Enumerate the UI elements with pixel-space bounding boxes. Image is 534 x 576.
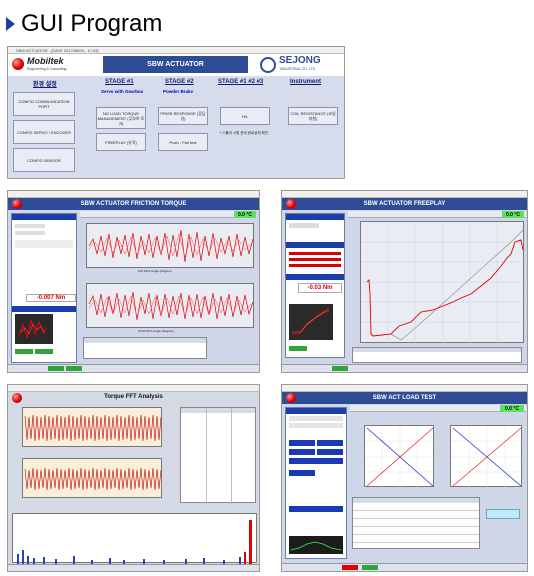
friction-plot-ccw xyxy=(86,283,254,328)
coil-resistance-button[interactable]: COIL RESISTANCE (코일저항) xyxy=(288,107,338,125)
fft-statusbar xyxy=(8,564,259,571)
fft-plot-ccw xyxy=(22,458,162,498)
freeplay-window: SBW ACTUATOR FREEPLAY -0.03 Nm 0.0 °C xyxy=(281,190,528,373)
col-stage2-title: STAGE #2 xyxy=(165,79,194,85)
friction-statusbar xyxy=(8,364,259,372)
launcher-note: * 스톨이 시험 준비 완료상태 확인 xyxy=(220,131,269,135)
fft-plot-cw xyxy=(22,407,162,447)
friction-xlabel-ccw: CCW Pitch Angle (Degree) xyxy=(138,329,174,333)
friction-window: SBW ACTUATOR FRICTION TORQUE -0.007 Nm 0… xyxy=(7,190,260,373)
brand-logo-icon xyxy=(12,58,24,70)
actload-config-panel xyxy=(285,407,347,559)
actload-temp-lcd: 0.0 °C xyxy=(500,405,524,412)
brand-subtitle: Engineering & Consulting xyxy=(27,67,67,71)
fft-data-table xyxy=(180,407,256,504)
company-name: SEJONG xyxy=(279,55,321,66)
col-stage1-title: STAGE #1 xyxy=(105,79,134,85)
actload-close-icon[interactable] xyxy=(286,393,296,403)
fft-close-icon[interactable] xyxy=(12,393,22,403)
bullet-triangle-icon xyxy=(6,17,15,31)
freeplay-plot xyxy=(360,221,525,344)
freeplay-config-panel: -0.03 Nm xyxy=(285,213,345,358)
friction-close-icon[interactable] xyxy=(12,199,22,209)
friction-title: SBW ACTUATOR FRICTION TORQUE xyxy=(8,198,259,210)
page-heading: GUI Program xyxy=(6,8,162,40)
actload-title: SBW ACT LOAD TEST xyxy=(282,392,527,404)
page-title: GUI Program xyxy=(21,10,163,37)
col-basic-title: 환경 설정 xyxy=(33,82,57,88)
noload-torque-button[interactable]: NO LOAD TORQUE MANAGEMENT (무부하 토크) xyxy=(96,107,146,129)
company-subtitle: INDUSTRIAL CO.,LTD. xyxy=(280,67,317,71)
config-servo-button[interactable]: CONFIG SERVO / ENCODER xyxy=(13,120,75,144)
actload-mini-plot xyxy=(289,536,343,554)
stage2-subtitle: Powder Brake xyxy=(163,89,194,94)
freeplay-readout: -0.03 Nm xyxy=(298,283,342,293)
freeplay-close-icon[interactable] xyxy=(286,199,296,209)
friction-xlabel-cw: CW Pitch Angle (Degree) xyxy=(138,269,172,273)
friction-toolbar xyxy=(80,211,256,218)
friction-save-button[interactable] xyxy=(35,349,53,354)
launcher-titlebar: SBW ACTUATOR - [SAVE 2017/08/09 - 17:53] xyxy=(8,47,344,54)
config-sensor-button[interactable]: CONFIG SENSOR xyxy=(13,148,75,172)
launcher-banner: SBW ACTUATOR xyxy=(103,56,248,73)
actload-plot-right xyxy=(450,425,523,488)
actload-window: SBW ACT LOAD TEST 0.0 °C xyxy=(281,384,528,572)
friction-torque-readout: -0.007 Nm xyxy=(26,294,76,302)
col-instrument-title: Instrument xyxy=(290,79,322,85)
hil-button[interactable]: H/L xyxy=(220,107,270,125)
config-comm-button[interactable]: CONFIG COMMUNICATION PORT xyxy=(13,92,75,116)
brand-name: Mobiltek xyxy=(27,56,64,66)
freeplay-toolbar xyxy=(348,211,526,218)
friction-config-panel: -0.007 Nm xyxy=(11,213,77,363)
friction-plot-cw xyxy=(86,223,254,268)
actload-result-table xyxy=(352,497,480,549)
freeplay-temp-lcd: 0.0 °C xyxy=(502,211,524,218)
friction-temp-lcd: 0.0 °C xyxy=(234,211,256,218)
friction-mini-plot xyxy=(15,314,53,344)
freeplay-button[interactable]: FREEPLAY (유격) xyxy=(96,133,146,151)
prise-response-button[interactable]: PRISE RESPONSE (응답성) xyxy=(158,107,208,125)
freeplay-title: SBW ACTUATOR FREEPLAY xyxy=(282,198,527,210)
launcher-window: SBW ACTUATOR - [SAVE 2017/08/09 - 17:53]… xyxy=(7,46,345,179)
freeplay-mini-plot xyxy=(289,304,333,340)
actload-plot-left xyxy=(364,425,435,488)
launcher-header: Mobiltek Engineering & Consulting SBW AC… xyxy=(8,54,344,76)
freeplay-start-button[interactable] xyxy=(289,346,307,351)
fft-spectrum xyxy=(12,513,257,564)
stage1-subtitle: Servo with Gearbox xyxy=(101,89,144,94)
freeplay-result-table xyxy=(352,347,522,363)
push-pull-button[interactable]: Push - Pull test xyxy=(158,133,208,151)
actload-statusbar xyxy=(282,563,527,571)
friction-result-table xyxy=(83,337,207,359)
freeplay-statusbar xyxy=(282,364,527,372)
actload-status-box xyxy=(486,509,520,519)
company-logo-icon xyxy=(260,57,276,73)
fft-window: Torque FFT Analysis xyxy=(7,384,260,572)
friction-start-button[interactable] xyxy=(15,349,33,354)
fft-title: Torque FFT Analysis xyxy=(8,392,259,402)
col-stage123-title: STAGE #1 #2 #3 xyxy=(218,79,264,85)
